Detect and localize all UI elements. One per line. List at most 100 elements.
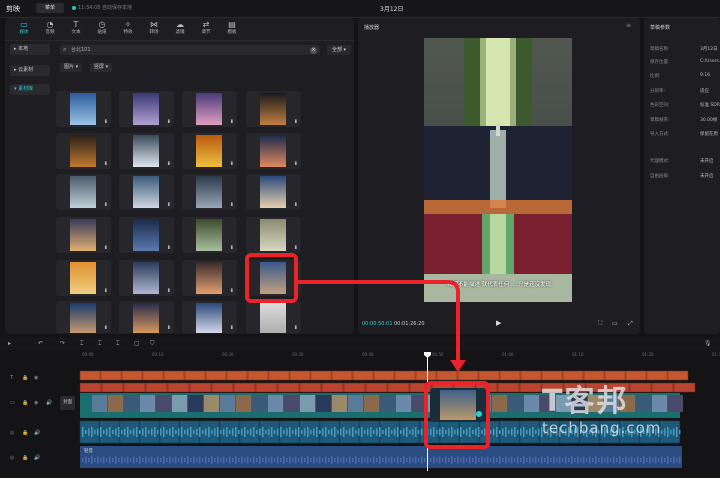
clip-segment[interactable]: [343, 382, 366, 393]
waveform-bar: [244, 458, 246, 462]
clip-segment[interactable]: [247, 370, 269, 381]
clip-segment[interactable]: [92, 395, 107, 412]
clip-segment[interactable]: [184, 370, 206, 381]
clip-segment[interactable]: [492, 395, 507, 412]
clip-segment[interactable]: [310, 370, 332, 381]
clip-segment[interactable]: [394, 370, 416, 381]
waveform-bar: [172, 427, 174, 437]
clip-segment[interactable]: [211, 382, 234, 393]
clip-segment[interactable]: [284, 395, 299, 412]
clip-segment[interactable]: [142, 370, 164, 381]
waveform-bar: [343, 427, 345, 437]
clip-segment[interactable]: [365, 382, 388, 393]
clip-segment[interactable]: [667, 370, 689, 381]
waveform-bar: [250, 458, 252, 462]
clip-segment[interactable]: [520, 370, 542, 381]
clip-segment[interactable]: [289, 370, 311, 381]
clip-segment[interactable]: [145, 382, 168, 393]
waveform-bar: [196, 428, 198, 436]
clip-segment[interactable]: [277, 382, 300, 393]
clip-segment[interactable]: [519, 382, 542, 393]
waveform-bar: [379, 456, 381, 464]
clip-segment[interactable]: [268, 370, 290, 381]
clip-segment[interactable]: [204, 395, 219, 412]
clip-segment[interactable]: [562, 370, 584, 381]
clip-segment[interactable]: [583, 370, 605, 381]
clip-segment[interactable]: [436, 370, 458, 381]
waveform-bar: [379, 427, 381, 437]
clip-segment[interactable]: [226, 370, 248, 381]
clip-segment[interactable]: [172, 395, 187, 412]
clip-segment[interactable]: [124, 395, 139, 412]
clip-segment[interactable]: [380, 395, 395, 412]
clip-segment[interactable]: [205, 370, 227, 381]
waveform-bar: [193, 456, 195, 464]
clip-segment[interactable]: [387, 382, 410, 393]
clip-segment[interactable]: [332, 395, 347, 412]
clip-segment[interactable]: [316, 395, 331, 412]
waveform-bar: [490, 430, 492, 434]
clip-segment[interactable]: [348, 395, 363, 412]
waveform-bar: [376, 428, 378, 436]
waveform-bar: [85, 430, 87, 434]
clip-segment[interactable]: [101, 382, 124, 393]
clip-segment[interactable]: [300, 395, 315, 412]
clip-segment[interactable]: [252, 395, 267, 412]
clip-segment[interactable]: [255, 382, 278, 393]
clip-segment[interactable]: [499, 370, 521, 381]
waveform-bar: [115, 428, 117, 436]
clip-segment[interactable]: [364, 395, 379, 412]
waveform-bar: [592, 458, 594, 462]
clip-segment[interactable]: [352, 370, 374, 381]
clip-segment[interactable]: [233, 382, 256, 393]
clip-segment[interactable]: [140, 395, 155, 412]
clip-segment[interactable]: [108, 395, 123, 412]
waveform-bar: [361, 427, 363, 437]
waveform-bar: [595, 456, 597, 464]
waveform-bar: [109, 427, 111, 437]
waveform-bar: [253, 456, 255, 464]
waveform-bar: [397, 427, 399, 437]
clip-segment[interactable]: [604, 370, 626, 381]
waveform-bar: [451, 456, 453, 464]
clip-segment[interactable]: [396, 395, 411, 412]
waveform-bar: [304, 458, 306, 462]
clip-segment[interactable]: [189, 382, 212, 393]
clip-segment[interactable]: [331, 370, 353, 381]
clip-segment[interactable]: [121, 370, 143, 381]
clip-segment[interactable]: [188, 395, 203, 412]
clip-segment[interactable]: [625, 370, 647, 381]
clip-segment[interactable]: [123, 382, 146, 393]
annotation-arrow: [298, 280, 460, 362]
clip-segment[interactable]: [299, 382, 322, 393]
clip-segment[interactable]: [156, 395, 171, 412]
clip-segment[interactable]: [373, 370, 395, 381]
clip-segment[interactable]: [524, 395, 539, 412]
clip-segment[interactable]: [457, 370, 479, 381]
clip-segment[interactable]: [167, 382, 190, 393]
clip-segment[interactable]: [508, 395, 523, 412]
clip-segment[interactable]: [79, 382, 102, 393]
waveform-bar: [580, 458, 582, 462]
waveform-bar: [415, 427, 417, 437]
waveform-bar: [148, 458, 150, 462]
waveform-bar: [649, 456, 651, 464]
clip-segment[interactable]: [321, 382, 344, 393]
waveform-bar: [664, 458, 666, 462]
clip-segment[interactable]: [497, 382, 520, 393]
waveform-bar: [193, 430, 195, 434]
clip-segment[interactable]: [79, 370, 101, 381]
waveform-bar: [211, 456, 213, 464]
clip-segment[interactable]: [236, 395, 251, 412]
waveform-bar: [337, 456, 339, 464]
clip-segment[interactable]: [100, 370, 122, 381]
clip-segment[interactable]: [163, 370, 185, 381]
clip-segment[interactable]: [541, 370, 563, 381]
clip-segment[interactable]: [415, 370, 437, 381]
clip-segment[interactable]: [220, 395, 235, 412]
clip-segment[interactable]: [268, 395, 283, 412]
clip-segment[interactable]: [646, 370, 668, 381]
clip-segment[interactable]: [478, 370, 500, 381]
waveform-bar: [331, 456, 333, 464]
waveform-bar: [514, 427, 516, 437]
